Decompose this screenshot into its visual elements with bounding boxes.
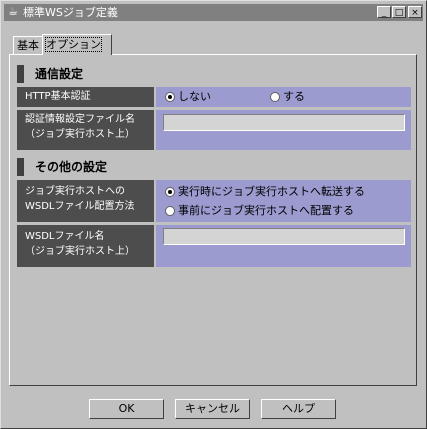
auth-file-label-line1: 認証情報設定ファイル名 <box>25 114 135 125</box>
wsdl-file-input[interactable] <box>163 228 405 245</box>
maximize-button[interactable]: □ <box>392 6 406 18</box>
wsdl-placement-label: ジョブ実行ホストへの WSDLファイル配置方法 <box>17 180 154 222</box>
tab-options[interactable]: オプション <box>42 34 112 55</box>
section-communication-title: 通信設定 <box>35 67 84 81</box>
radio-unselected-icon <box>165 206 175 216</box>
wsdl-file-label-line2: （ジョブ実行ホスト上） <box>25 246 135 257</box>
tab-basic-label: 基本 <box>17 39 39 52</box>
wsdl-placement-label-line1: ジョブ実行ホストへの <box>25 186 125 197</box>
http-auth-off-label: しない <box>178 90 211 103</box>
wsdl-file-value-area <box>156 225 411 267</box>
close-button[interactable]: × <box>408 6 422 18</box>
radio-selected-icon <box>165 92 175 102</box>
ok-button[interactable]: OK <box>89 399 164 419</box>
auth-file-row: 認証情報設定ファイル名 （ジョブ実行ホスト上） <box>17 110 411 150</box>
wsdl-predeploy-label: 事前にジョブ実行ホストへ配置する <box>178 204 354 217</box>
radio-selected-icon <box>165 187 175 197</box>
wsdl-predeploy-radio[interactable]: 事前にジョブ実行ホストへ配置する <box>165 204 354 218</box>
wsdl-file-row: WSDLファイル名 （ジョブ実行ホスト上） <box>17 225 411 267</box>
auth-file-label: 認証情報設定ファイル名 （ジョブ実行ホスト上） <box>17 110 154 150</box>
auth-file-label-line2: （ジョブ実行ホスト上） <box>25 129 135 140</box>
minimize-button[interactable]: _ <box>377 6 391 18</box>
http-auth-label-text: HTTP基本認証 <box>25 91 91 102</box>
section-marker <box>17 65 24 83</box>
java-cup-icon: ☕ <box>8 5 18 18</box>
http-auth-row: HTTP基本認証 しない する <box>17 87 411 107</box>
window-title: 標準WSジョブ定義 <box>23 6 118 19</box>
http-auth-off-radio[interactable]: しない <box>165 90 211 104</box>
http-auth-on-radio[interactable]: する <box>270 90 305 104</box>
wsdl-transfer-label: 実行時にジョブ実行ホストへ転送する <box>178 185 365 198</box>
http-auth-label: HTTP基本認証 <box>17 87 154 107</box>
section-other-title: その他の設定 <box>35 160 108 174</box>
wsdl-placement-label-line2: WSDLファイル配置方法 <box>25 201 135 212</box>
auth-file-value-area <box>156 110 411 150</box>
title-bar[interactable]: ☕ 標準WSジョブ定義 _ □ × <box>4 4 423 21</box>
wsdl-placement-options: 実行時にジョブ実行ホストへ転送する 事前にジョブ実行ホストへ配置する <box>156 180 411 222</box>
help-button[interactable]: ヘルプ <box>261 399 336 419</box>
wsdl-file-label: WSDLファイル名 （ジョブ実行ホスト上） <box>17 225 154 267</box>
http-auth-options: しない する <box>156 87 411 107</box>
section-marker <box>17 158 24 176</box>
wsdl-transfer-radio[interactable]: 実行時にジョブ実行ホストへ転送する <box>165 185 365 199</box>
cancel-button[interactable]: キャンセル <box>175 399 250 419</box>
http-auth-on-label: する <box>283 90 305 103</box>
wsdl-file-label-line1: WSDLファイル名 <box>25 231 105 242</box>
wsdl-placement-row: ジョブ実行ホストへの WSDLファイル配置方法 実行時にジョブ実行ホストへ転送す… <box>17 180 411 222</box>
radio-unselected-icon <box>270 92 280 102</box>
tab-options-label: オプション <box>45 37 102 52</box>
auth-file-input[interactable] <box>163 114 405 131</box>
dialog-window: ☕ 標準WSジョブ定義 _ □ × 基本 オプション 通信設定 HTTP基本認証… <box>0 0 427 429</box>
